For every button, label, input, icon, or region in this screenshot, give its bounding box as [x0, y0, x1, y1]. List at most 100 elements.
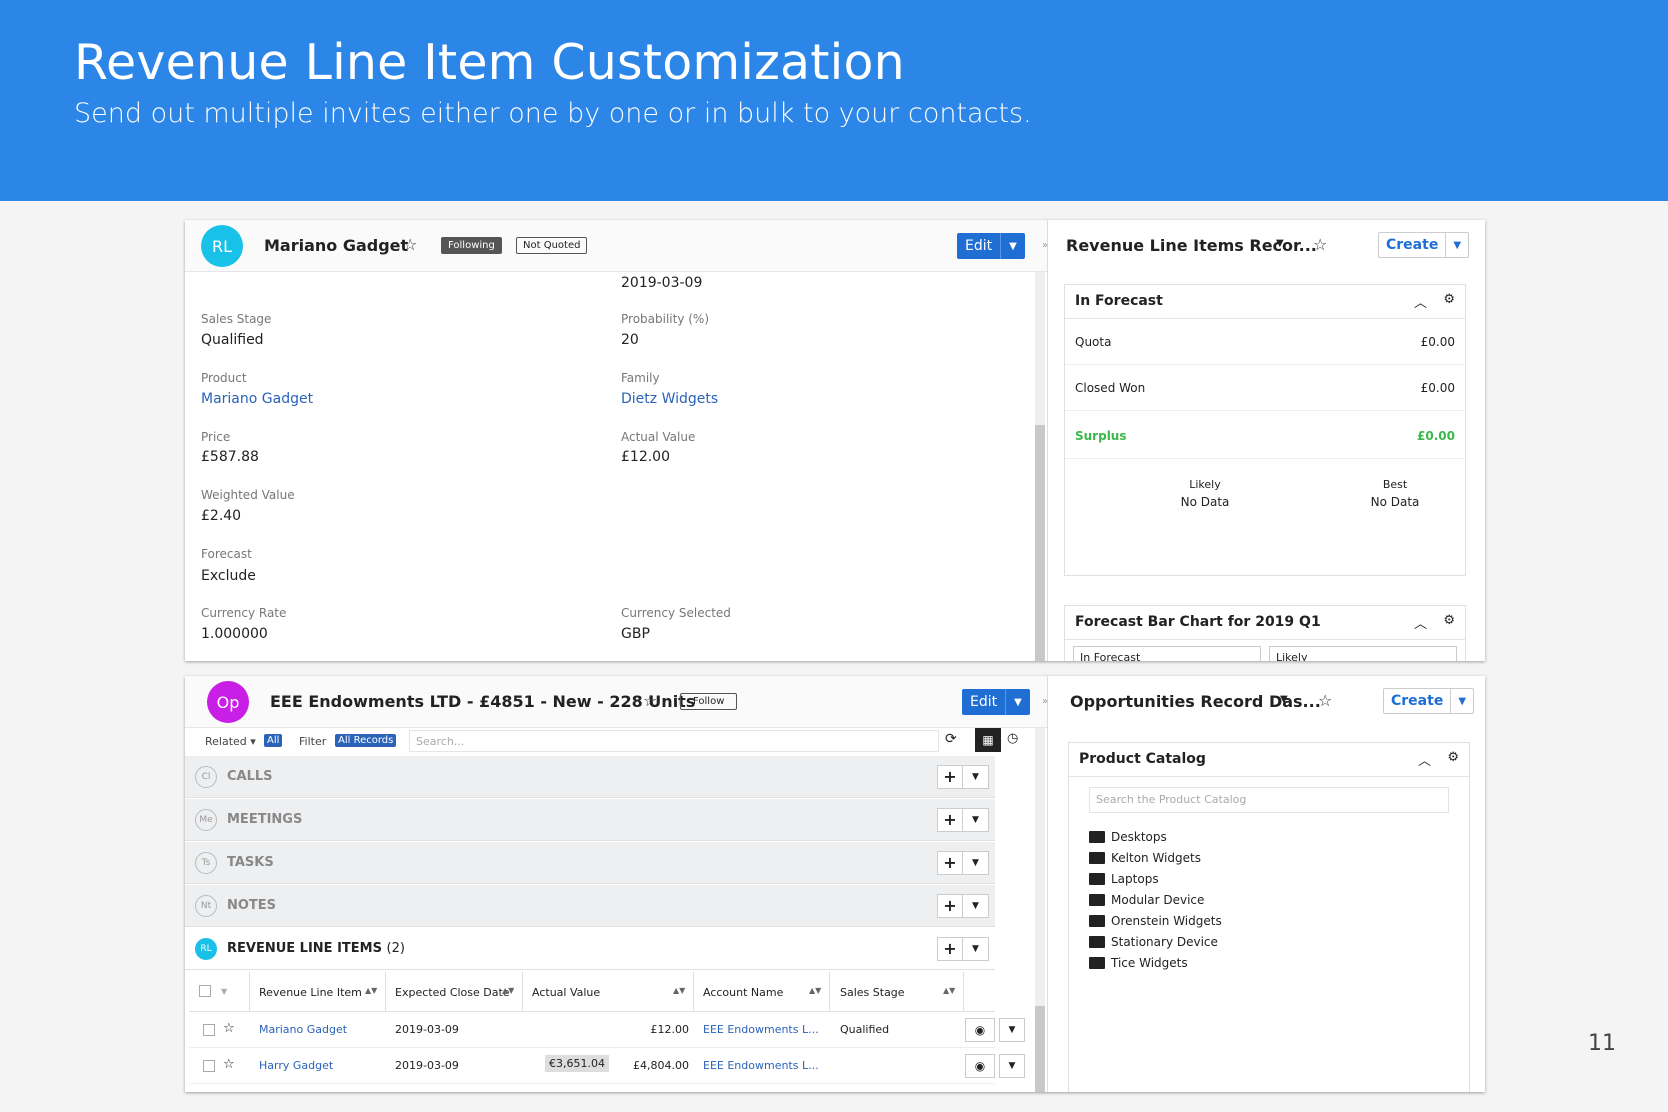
chevron-down-icon[interactable]: ▼	[963, 937, 989, 961]
chevron-down-icon[interactable]: ▼	[999, 1018, 1025, 1042]
currency-selected-value[interactable]: GBP	[621, 626, 650, 642]
create-button[interactable]: Create ▼	[1378, 232, 1470, 258]
record-view: RL Mariano Gadget ☆ Following Not Quoted…	[185, 220, 1047, 661]
catalog-search-input[interactable]: Search the Product Catalog	[1089, 787, 1449, 813]
folder-label: Orenstein Widgets	[1111, 914, 1222, 928]
folder-item[interactable]: Stationary Device	[1089, 935, 1218, 949]
chevron-down-icon[interactable]: ▼	[963, 894, 989, 918]
chevron-down-icon[interactable]: ▼	[221, 987, 227, 996]
chevron-down-icon[interactable]: ▼	[963, 765, 989, 789]
rli-section-name: REVENUE LINE ITEMS	[227, 941, 382, 956]
following-button[interactable]: Following	[441, 237, 502, 254]
price-value[interactable]: £587.88	[201, 449, 259, 465]
add-button[interactable]: +	[937, 937, 963, 961]
select-all-checkbox[interactable]	[199, 985, 211, 997]
follow-button[interactable]: Follow	[680, 693, 738, 710]
gear-icon[interactable]: ⚙	[1447, 750, 1459, 765]
gear-icon[interactable]: ⚙	[1443, 613, 1455, 628]
edit-button[interactable]: Edit ▼	[962, 689, 1030, 715]
row-checkbox[interactable]	[203, 1024, 215, 1036]
likely-select[interactable]: Likely	[1269, 646, 1457, 661]
chevron-down-icon[interactable]: ▼	[999, 1054, 1025, 1078]
rli-link[interactable]: Harry Gadget	[259, 1059, 333, 1072]
list-view-icon[interactable]: ▦	[975, 728, 1001, 752]
folder-item[interactable]: Desktops	[1089, 830, 1167, 844]
chevron-down-icon[interactable]: ▼	[1001, 241, 1025, 252]
account-link[interactable]: EEE Endowments L...	[703, 1023, 819, 1036]
folder-item[interactable]: Orenstein Widgets	[1089, 914, 1222, 928]
collapse-icon[interactable]: »	[1042, 240, 1048, 251]
chevron-down-icon[interactable]: ▼	[1451, 696, 1473, 707]
add-button[interactable]: +	[937, 894, 963, 918]
add-button[interactable]: +	[937, 765, 963, 789]
folder-item[interactable]: Tice Widgets	[1089, 956, 1188, 970]
favorite-star-icon[interactable]: ☆	[1313, 235, 1327, 254]
preview-eye-icon[interactable]: ◉	[965, 1054, 995, 1078]
collapse-icon[interactable]: »	[1042, 696, 1048, 707]
rli-subpanel[interactable]: RL REVENUE LINE ITEMS (2) + ▼	[185, 928, 995, 970]
sort-icon[interactable]: ▲▼	[943, 986, 955, 995]
currency-rate-value[interactable]: 1.000000	[201, 626, 268, 642]
folder-item[interactable]: Kelton Widgets	[1089, 851, 1201, 865]
create-button[interactable]: Create ▼	[1383, 688, 1475, 714]
refresh-icon[interactable]: ⟳	[945, 731, 957, 747]
folder-item[interactable]: Modular Device	[1089, 893, 1204, 907]
chevron-down-icon[interactable]: ▼	[963, 851, 989, 875]
chevron-up-icon[interactable]: ︿	[1418, 750, 1431, 769]
dashlet-title: In Forecast	[1075, 293, 1163, 309]
sort-icon[interactable]: ▲▼	[809, 986, 821, 995]
chevron-up-icon[interactable]: ︿	[1414, 292, 1427, 311]
forecast-select[interactable]: In Forecast	[1073, 646, 1261, 661]
col-actual-value[interactable]: Actual Value	[532, 986, 600, 999]
family-link[interactable]: Dietz Widgets	[621, 391, 718, 407]
star-icon[interactable]: ☆	[223, 1057, 235, 1072]
folder-item[interactable]: Laptops	[1089, 872, 1159, 886]
scrollbar-thumb[interactable]	[1035, 1006, 1045, 1092]
gear-icon[interactable]: ⚙	[1443, 292, 1455, 307]
chevron-down-icon[interactable]: ▼	[1006, 697, 1030, 708]
forecast-value[interactable]: Exclude	[201, 568, 256, 584]
col-account-name[interactable]: Account Name	[703, 986, 783, 999]
create-label: Create	[1379, 233, 1447, 257]
col-sales-stage[interactable]: Sales Stage	[840, 986, 905, 999]
tasks-subpanel[interactable]: Ts TASKS + ▼	[185, 842, 995, 884]
probability-value[interactable]: 20	[621, 332, 639, 348]
add-button[interactable]: +	[937, 851, 963, 875]
add-button[interactable]: +	[937, 808, 963, 832]
star-icon[interactable]: ☆	[223, 1021, 235, 1036]
preview-eye-icon[interactable]: ◉	[965, 1018, 995, 1042]
clock-icon[interactable]: ◷	[1007, 731, 1018, 746]
edit-button[interactable]: Edit ▼	[957, 233, 1025, 259]
product-link[interactable]: Mariano Gadget	[201, 391, 313, 407]
sort-icon[interactable]: ▲▼	[502, 986, 514, 995]
related-dropdown[interactable]: Related ▾	[205, 735, 256, 748]
all-records-tag[interactable]: All Records	[335, 734, 397, 747]
row-actions-column: ▼ ▼	[999, 972, 1027, 1092]
col-close-date[interactable]: Expected Close Date	[395, 986, 510, 999]
all-tag[interactable]: All	[264, 734, 283, 747]
calls-subpanel[interactable]: Cl CALLS + ▼	[185, 756, 995, 798]
search-input[interactable]: Search...	[409, 730, 939, 752]
row-checkbox[interactable]	[203, 1060, 215, 1072]
chevron-down-icon[interactable]: ▼	[1276, 238, 1284, 249]
account-link[interactable]: EEE Endowments L...	[703, 1059, 819, 1072]
scrollbar-thumb[interactable]	[1035, 425, 1045, 661]
col-rli[interactable]: Revenue Line Item	[259, 986, 362, 999]
favorite-star-icon[interactable]: ☆	[1318, 691, 1332, 710]
sort-icon[interactable]: ▲▼	[365, 986, 377, 995]
favorite-star-icon[interactable]: ☆	[643, 691, 657, 710]
table-header: ▼ Revenue Line Item ▲▼ Expected Close Da…	[189, 972, 995, 1012]
sales-stage-value[interactable]: Qualified	[201, 332, 264, 348]
meetings-subpanel[interactable]: Me MEETINGS + ▼	[185, 799, 995, 841]
dashboard-header: » Revenue Line Items Recor... ▼ ☆ Create…	[1042, 220, 1485, 272]
rli-link[interactable]: Mariano Gadget	[259, 1023, 347, 1036]
favorite-star-icon[interactable]: ☆	[403, 235, 417, 254]
chevron-down-icon[interactable]: ▼	[1280, 694, 1288, 705]
notes-subpanel[interactable]: Nt NOTES + ▼	[185, 885, 995, 927]
actual-value[interactable]: £12.00	[621, 449, 670, 465]
chevron-up-icon[interactable]: ︿	[1414, 613, 1427, 632]
chevron-down-icon[interactable]: ▼	[1446, 240, 1468, 251]
chevron-down-icon[interactable]: ▼	[963, 808, 989, 832]
sort-icon[interactable]: ▲▼	[673, 986, 685, 995]
weighted-value[interactable]: £2.40	[201, 508, 241, 524]
